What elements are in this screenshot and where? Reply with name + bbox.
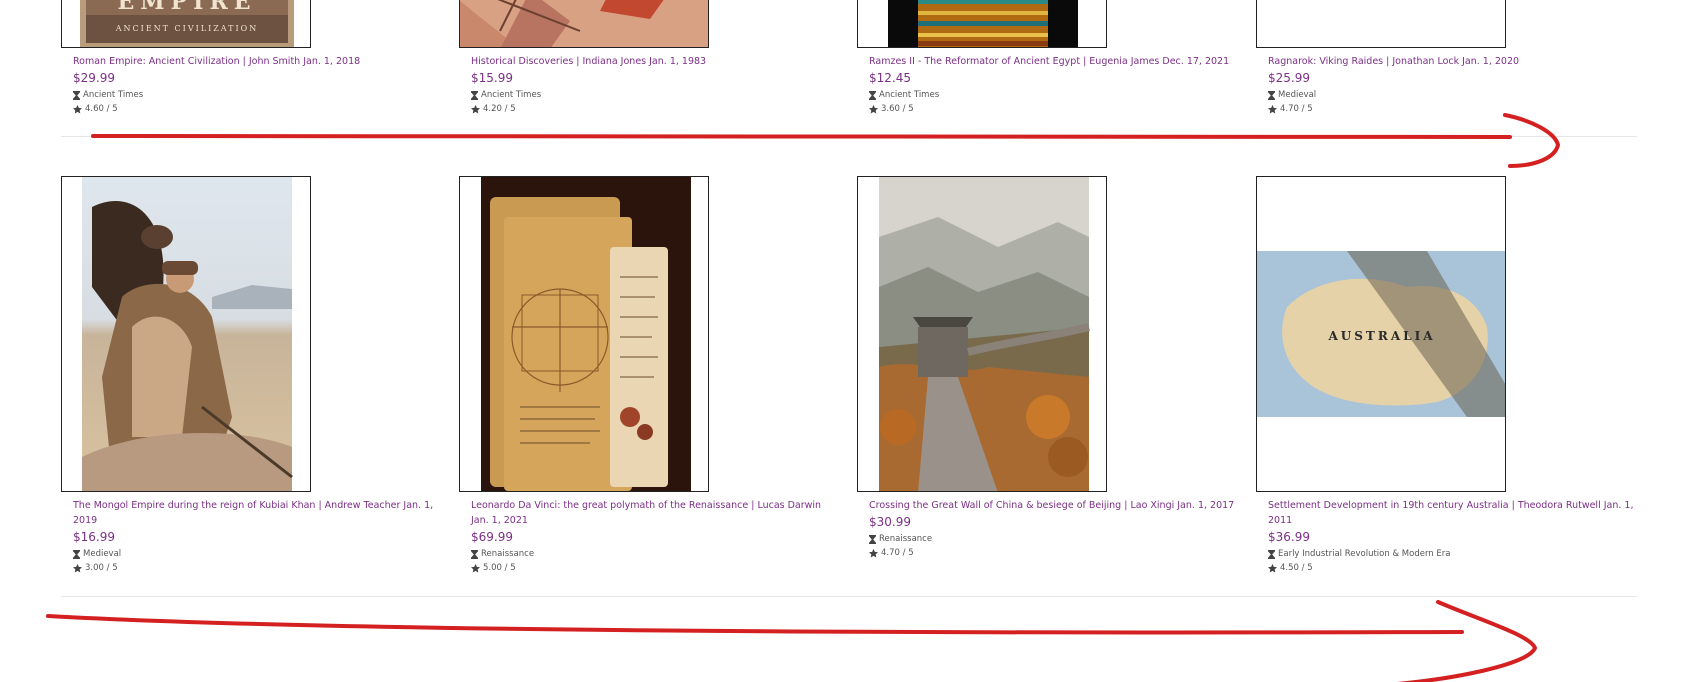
book-cover-image[interactable] [459,0,709,48]
product-era: Medieval [73,547,443,561]
hourglass-icon [73,90,80,100]
rating-value: 4.60 / 5 [85,104,118,114]
product-price: $16.99 [73,530,115,544]
star-icon [471,104,480,114]
product-title-link[interactable]: Ramzes II - The Reformator of Ancient Eg… [869,54,1239,69]
product-title-link[interactable]: Crossing the Great Wall of China & besie… [869,498,1239,513]
hourglass-icon [471,549,478,559]
arrow-row1-icon [91,113,1560,168]
product-title-link[interactable]: Historical Discoveries | Indiana Jones J… [471,54,841,69]
cover-subtitle-text: ANCIENT CIVILIZATION [115,24,259,33]
product-price: $36.99 [1268,530,1310,544]
product-price: $25.99 [1268,71,1310,85]
era-label: Ancient Times [481,90,542,100]
row-divider [61,596,1637,597]
product-era: Renaissance [471,547,841,561]
cover-title-text: EMPIRE [117,0,257,15]
book-cover-image[interactable] [857,176,1107,492]
book-cover-image[interactable] [61,176,311,492]
product-rating: 3.00 / 5 [73,561,443,575]
hourglass-icon [869,534,876,544]
product-title-link[interactable]: Ragnarok: Viking Raides | Jonathan Lock … [1268,54,1638,69]
star-icon [73,104,82,114]
product-rating: 4.50 / 5 [1268,561,1638,575]
book-cover-image[interactable]: EMPIRE ANCIENT CIVILIZATION [61,0,311,48]
arrow-row2-icon [46,600,1537,682]
product-price: $29.99 [73,71,115,85]
product-era: Ancient Times [73,88,443,102]
product-title-link[interactable]: The Mongol Empire during the reign of Ku… [73,498,443,528]
product-price: $30.99 [869,515,911,529]
book-cover-image[interactable] [459,176,709,492]
star-icon [869,548,878,558]
rating-value: 4.70 / 5 [881,548,914,558]
product-era: Medieval [1268,88,1638,102]
book-cover-image[interactable]: AUSTRALIA [1256,176,1506,492]
hourglass-icon [869,90,876,100]
product-rating: 4.70 / 5 [869,546,1239,560]
era-label: Medieval [1278,90,1317,100]
map-country-label: AUSTRALIA [1328,329,1436,343]
product-rating: 5.00 / 5 [471,561,841,575]
row-divider [61,136,1637,137]
product-rating: 4.60 / 5 [73,102,443,116]
era-label: Early Industrial Revolution & Modern Era [1278,549,1451,559]
product-era: Ancient Times [869,88,1239,102]
star-icon [1268,104,1277,114]
book-cover-image[interactable] [857,0,1107,48]
era-label: Renaissance [879,534,933,544]
era-label: Renaissance [481,549,535,559]
rating-value: 4.50 / 5 [1280,563,1313,573]
rating-value: 3.00 / 5 [85,563,118,573]
product-era: Early Industrial Revolution & Modern Era [1268,547,1638,561]
star-icon [869,104,878,114]
product-price: $69.99 [471,530,513,544]
rating-value: 5.00 / 5 [483,563,516,573]
product-era: Renaissance [869,532,1239,546]
hourglass-icon [1268,90,1275,100]
hourglass-icon [471,90,478,100]
hourglass-icon [73,549,80,559]
product-era: Ancient Times [471,88,841,102]
product-title-link[interactable]: Settlement Development in 19th century A… [1268,498,1638,528]
hourglass-icon [1268,549,1275,559]
book-cover-image[interactable] [1256,0,1506,48]
star-icon [1268,563,1277,573]
product-rating: 4.20 / 5 [471,102,841,116]
rating-value: 3.60 / 5 [881,104,914,114]
product-rating: 4.70 / 5 [1268,102,1638,116]
star-icon [471,563,480,573]
product-price: $12.45 [869,71,911,85]
product-title-link[interactable]: Roman Empire: Ancient Civilization | Joh… [73,54,443,69]
rating-value: 4.70 / 5 [1280,104,1313,114]
product-rating: 3.60 / 5 [869,102,1239,116]
rating-value: 4.20 / 5 [483,104,516,114]
era-label: Ancient Times [879,90,940,100]
era-label: Medieval [83,549,122,559]
era-label: Ancient Times [83,90,144,100]
star-icon [73,563,82,573]
product-title-link[interactable]: Leonardo Da Vinci: the great polymath of… [471,498,841,528]
product-price: $15.99 [471,71,513,85]
